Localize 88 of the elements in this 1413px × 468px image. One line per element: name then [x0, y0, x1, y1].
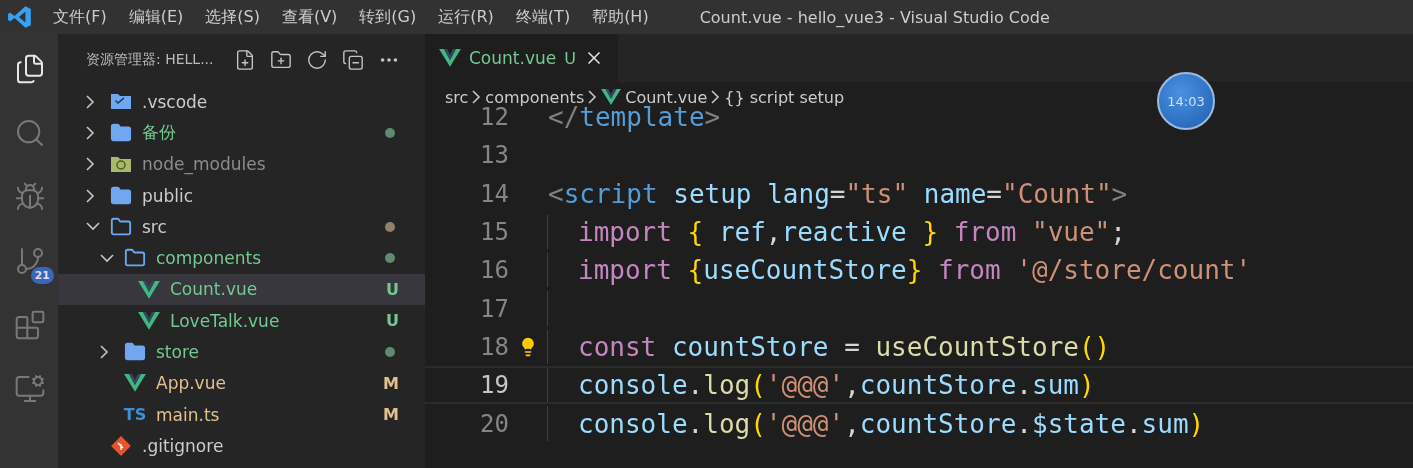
tree-item[interactable]: components: [58, 242, 425, 274]
tree-item[interactable]: App.vue M: [58, 367, 425, 399]
file-name: 备份: [142, 121, 176, 145]
blocks-icon[interactable]: [14, 309, 46, 341]
line-number: 14: [479, 179, 509, 208]
line-number: 20: [479, 409, 509, 438]
file-name: .vscode: [142, 91, 208, 112]
line-number: 13: [479, 141, 509, 170]
vue-icon: [601, 88, 622, 106]
chevron-icon: [588, 90, 598, 104]
file-name: components: [156, 248, 262, 269]
file-name: Count.vue: [170, 279, 258, 300]
git-status: M: [383, 405, 399, 425]
git-status: M: [383, 373, 399, 393]
vue-icon: [439, 48, 461, 68]
menu-item[interactable]: 文件(F): [42, 6, 118, 28]
monitor-icon[interactable]: [14, 373, 46, 405]
file-name: node_modules: [142, 154, 266, 175]
chevron-icon: [86, 188, 95, 203]
menu-item[interactable]: 编辑(E): [117, 6, 195, 28]
folder-icon: [110, 184, 132, 207]
file-name: .gitignore: [142, 435, 224, 456]
folder-icon: [110, 155, 132, 173]
app-logo-icon: [6, 4, 34, 30]
tree-item[interactable]: LoveTalk.vue U: [58, 305, 425, 337]
code-line: <script setup lang="ts" name="Count">: [548, 178, 1128, 209]
vue-icon: [138, 310, 160, 331]
file-name: public: [142, 185, 194, 206]
menu-item[interactable]: 选择(S): [194, 6, 271, 28]
folder-icon: [110, 215, 132, 238]
file-name: LoveTalk.vue: [170, 310, 280, 331]
menu-item[interactable]: 查看(V): [270, 6, 349, 28]
tree-item[interactable]: TS main.ts M: [58, 398, 425, 431]
menu-item[interactable]: 帮助(H): [581, 6, 660, 28]
tree-item[interactable]: src: [58, 211, 425, 243]
tree-item[interactable]: 备份: [58, 117, 425, 149]
line-number: 15: [479, 218, 509, 247]
chevron-icon: [100, 345, 109, 359]
menu-item[interactable]: 运行(R): [427, 6, 505, 28]
file-name: App.vue: [156, 373, 226, 394]
tree-item[interactable]: Count.vue U: [58, 273, 425, 306]
tree-item[interactable]: .vscode: [58, 86, 425, 118]
line-number: 19: [479, 371, 509, 400]
editor-tab[interactable]: Count.vue U: [425, 34, 618, 82]
git-status: U: [386, 311, 399, 331]
code-line: console.log('@@@',countStore.sum): [578, 370, 1095, 401]
menu-item[interactable]: 终端(T): [504, 6, 582, 28]
line-number: 16: [479, 256, 509, 285]
ts-icon: TS: [123, 405, 147, 425]
explorer-title: 资源管理器: HELL...: [86, 51, 214, 69]
folder-icon: [110, 93, 132, 111]
window-title: Count.vue - hello_vue3 - Visual Studio Code: [699, 7, 1050, 27]
file-name: main.ts: [156, 404, 220, 425]
code-line: import {useCountStore} from '@/store/count': [578, 255, 1252, 286]
new-folder-icon[interactable]: [269, 49, 292, 71]
line-number: 18: [479, 332, 509, 361]
file-name: src: [142, 216, 167, 237]
chevron-icon: [86, 94, 95, 109]
chevron-icon: [100, 253, 114, 263]
breadcrumb[interactable]: {} script setup: [724, 87, 845, 107]
collapse-icon[interactable]: [341, 49, 364, 71]
chevron-icon: [86, 222, 100, 232]
files-icon[interactable]: [14, 53, 46, 85]
vue-icon: [138, 279, 160, 300]
count-badge: 21: [30, 267, 54, 284]
tree-item[interactable]: node_modules: [58, 148, 425, 180]
tree-item[interactable]: .gitignore: [58, 430, 425, 462]
code-line: import { ref,reactive } from "vue";: [578, 217, 1126, 248]
vue-icon: [124, 373, 146, 394]
menu-item[interactable]: 转到(G): [348, 6, 428, 28]
breadcrumb[interactable]: src: [445, 87, 469, 107]
chevron-icon: [86, 157, 95, 172]
file-name: store: [156, 342, 199, 362]
bug-icon[interactable]: [14, 181, 46, 213]
chevron-icon: [711, 90, 721, 104]
folder-icon: [124, 341, 146, 363]
git-status: U: [386, 279, 399, 299]
chevron-icon: [86, 125, 95, 140]
code-line: const countStore = useCountStore(): [578, 331, 1111, 362]
search-icon[interactable]: [14, 117, 46, 149]
timer-badge: 14:03: [1157, 72, 1215, 130]
folder-icon: [110, 121, 132, 144]
refresh-icon[interactable]: [305, 49, 328, 71]
chevron-icon: [472, 90, 482, 104]
tree-item[interactable]: store: [58, 336, 425, 368]
line-number: 17: [479, 294, 509, 323]
code-line: console.log('@@@',countStore.$state.sum): [578, 408, 1205, 439]
tree-item[interactable]: public: [58, 179, 425, 212]
